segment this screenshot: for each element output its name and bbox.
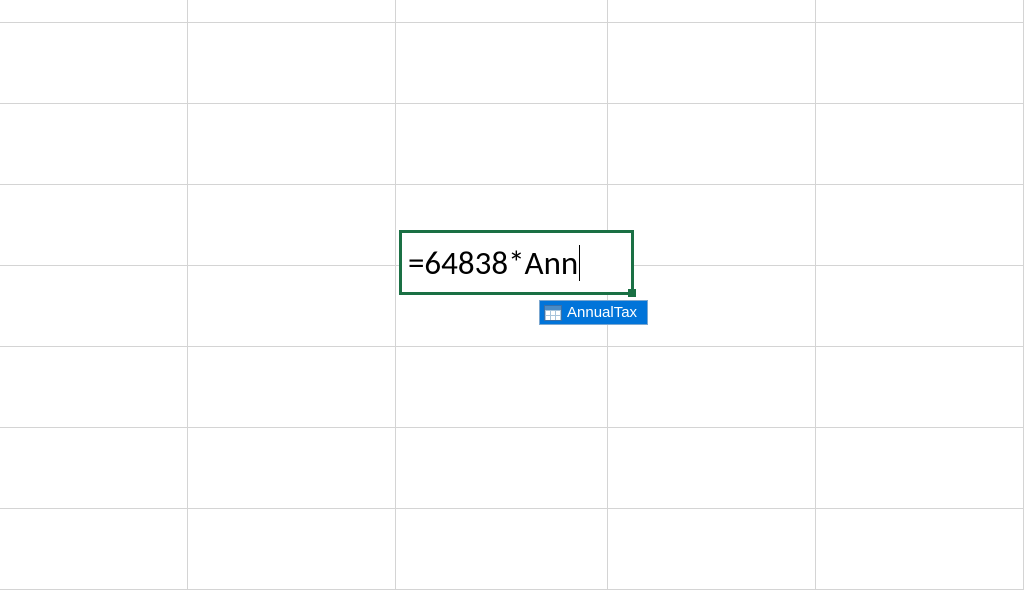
grid-cell[interactable] xyxy=(816,509,1024,590)
grid-cell[interactable] xyxy=(188,104,396,185)
grid-cell[interactable] xyxy=(188,509,396,590)
grid-cell[interactable] xyxy=(608,0,816,23)
text-cursor xyxy=(579,245,580,281)
grid-cell[interactable] xyxy=(396,23,609,104)
grid-cell[interactable] xyxy=(816,104,1024,185)
autocomplete-popup[interactable]: AnnualTax xyxy=(539,300,648,325)
grid-cell[interactable] xyxy=(396,428,609,509)
grid-cell[interactable] xyxy=(0,347,188,428)
grid-cell[interactable] xyxy=(188,428,396,509)
grid-cell[interactable] xyxy=(816,0,1024,23)
grid-cell[interactable] xyxy=(816,266,1024,347)
grid-cell[interactable] xyxy=(0,23,188,104)
grid-cell[interactable] xyxy=(188,185,396,266)
grid-cell[interactable] xyxy=(608,347,816,428)
grid-cell[interactable] xyxy=(188,0,396,23)
grid-cell[interactable] xyxy=(608,23,816,104)
grid-cell[interactable] xyxy=(188,23,396,104)
grid-cell[interactable] xyxy=(396,104,609,185)
grid-cell[interactable] xyxy=(0,266,188,347)
grid-cell[interactable] xyxy=(396,0,609,23)
formula-text: =64838*Ann xyxy=(408,243,578,283)
grid-row xyxy=(0,23,1024,104)
grid-row xyxy=(0,104,1024,185)
grid-cell[interactable] xyxy=(0,0,188,23)
autocomplete-suggestion: AnnualTax xyxy=(567,304,637,321)
grid-cell[interactable] xyxy=(396,509,609,590)
grid-cell[interactable] xyxy=(0,509,188,590)
grid-cell[interactable] xyxy=(608,509,816,590)
grid-cell[interactable] xyxy=(816,23,1024,104)
grid-cell[interactable] xyxy=(816,185,1024,266)
grid-cell[interactable] xyxy=(0,185,188,266)
grid-cell[interactable] xyxy=(188,347,396,428)
grid-cell[interactable] xyxy=(816,347,1024,428)
grid-row xyxy=(0,347,1024,428)
grid-cell[interactable] xyxy=(188,266,396,347)
grid-row xyxy=(0,509,1024,590)
grid-cell[interactable] xyxy=(608,185,816,266)
fill-handle[interactable] xyxy=(628,289,636,297)
grid-row xyxy=(0,428,1024,509)
grid-cell[interactable] xyxy=(816,428,1024,509)
active-cell[interactable]: =64838*Ann xyxy=(399,230,634,295)
grid-cell[interactable] xyxy=(0,104,188,185)
table-icon xyxy=(544,305,562,321)
grid-row xyxy=(0,0,1024,23)
grid-cell[interactable] xyxy=(396,347,609,428)
grid-cell[interactable] xyxy=(608,104,816,185)
grid-cell[interactable] xyxy=(608,428,816,509)
grid-cell[interactable] xyxy=(0,428,188,509)
